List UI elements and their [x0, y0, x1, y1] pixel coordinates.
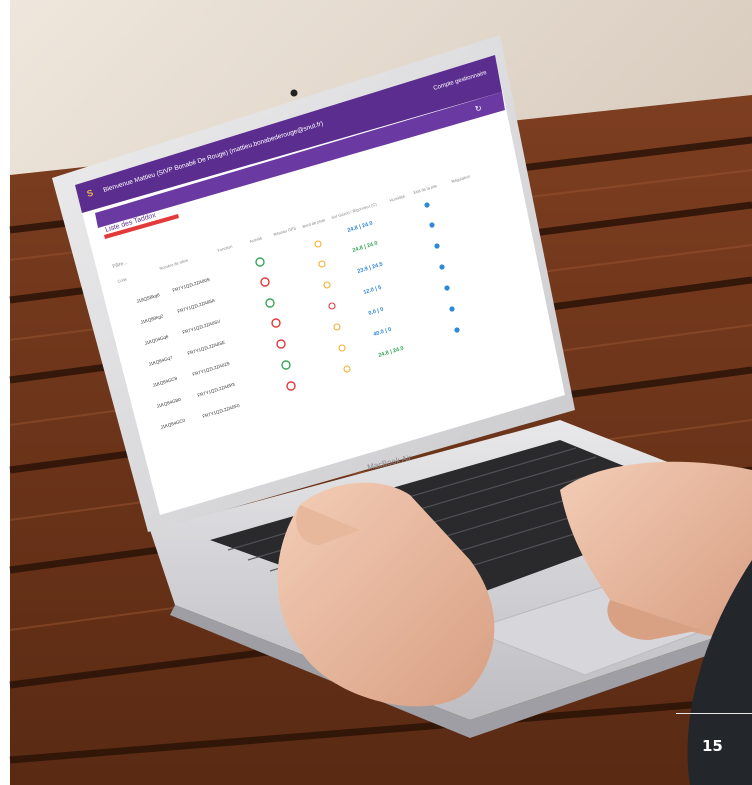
page-margin	[0, 0, 10, 785]
drop-icon	[449, 306, 455, 312]
page-number: 15	[702, 737, 723, 755]
drop-icon	[454, 327, 460, 333]
page-rule	[676, 713, 752, 714]
drop-icon	[429, 222, 435, 228]
drop-icon	[444, 285, 450, 291]
drop-icon	[424, 202, 430, 208]
drop-icon	[439, 264, 445, 270]
photo-laptop-on-table: S Bienvenue Mattieu (SIVP Bonabé De Roug…	[0, 0, 752, 785]
drop-icon	[434, 243, 440, 249]
